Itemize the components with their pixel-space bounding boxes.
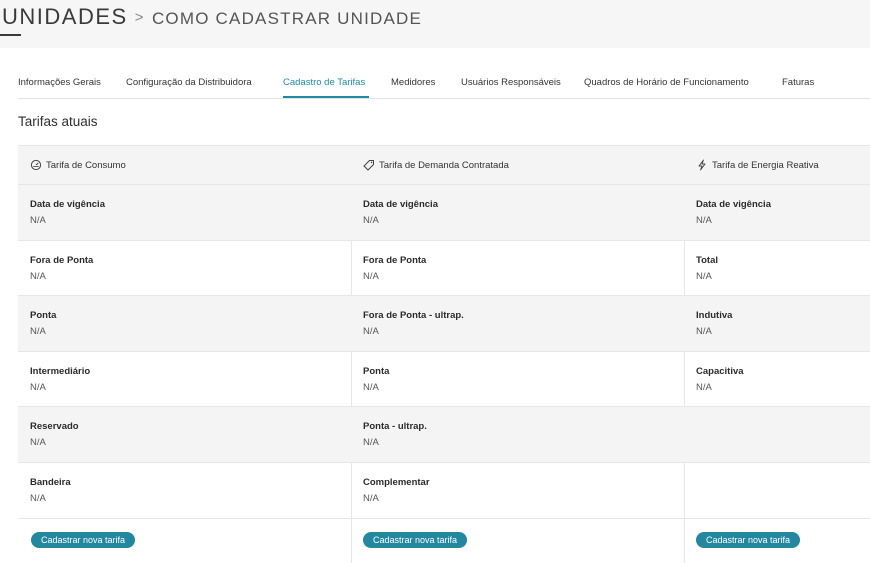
list-item: Ponta N/A	[18, 296, 351, 352]
tab-faturas[interactable]: Faturas	[782, 77, 814, 88]
field-value: N/A	[363, 381, 379, 393]
tab-bar: Informações Gerais Configuração da Distr…	[0, 70, 870, 99]
tab-cadastro-tarifas[interactable]: Cadastro de Tarifas	[283, 77, 365, 88]
field-value: N/A	[363, 270, 379, 282]
column-tarifa-energia-reativa: Tarifa de Energia Reativa Data de vigênc…	[684, 145, 870, 563]
field-label: Reservado	[30, 421, 79, 433]
field-label: Fora de Ponta	[30, 254, 94, 266]
tab-informacoes-gerais[interactable]: Informações Gerais	[18, 77, 101, 88]
list-item: Complementar N/A	[351, 463, 684, 519]
field-label: Ponta	[30, 310, 57, 322]
field-value: N/A	[30, 326, 46, 338]
active-tab-indicator	[283, 96, 369, 98]
breadcrumb-separator: >	[134, 9, 145, 26]
lightning-icon	[698, 159, 706, 171]
list-item: Reservado N/A	[18, 407, 351, 463]
list-item: Indutiva N/A	[684, 296, 870, 352]
column-tarifa-demanda: Tarifa de Demanda Contratada Data de vig…	[351, 145, 685, 563]
tab-quadros-horario[interactable]: Quadros de Horário de Funcionamento	[584, 77, 749, 88]
field-value: N/A	[696, 381, 712, 393]
field-label: Data de vigência	[363, 199, 438, 210]
field-label	[696, 421, 870, 435]
cadastrar-nova-tarifa-button[interactable]: Cadastrar nova tarifa	[31, 532, 136, 548]
field-label: Data de vigência	[30, 199, 105, 210]
list-item: Fora de Ponta N/A	[18, 241, 351, 297]
list-item: Ponta N/A	[351, 352, 684, 408]
field-label: Total	[696, 254, 718, 266]
field-label: Complementar	[363, 476, 430, 488]
field-value: N/A	[363, 437, 379, 449]
tab-usuarios-responsaveis[interactable]: Usuários Responsáveis	[461, 77, 561, 88]
field-value: N/A	[363, 492, 379, 504]
list-item: Data de vigência N/A	[684, 185, 870, 241]
field-label: Data de vigência	[696, 199, 771, 210]
list-item	[684, 407, 870, 463]
page-title: UNIDADES	[2, 4, 128, 29]
field-value: N/A	[30, 270, 46, 282]
field-value: N/A	[30, 381, 46, 393]
field-label: Bandeira	[30, 476, 71, 488]
tariffs-grid: Tarifa de Consumo Data de vigência N/A Fo…	[18, 145, 870, 563]
tag-icon	[363, 160, 374, 171]
list-item: Capacitiva N/A	[684, 352, 870, 408]
column-header: Tarifa de Energia Reativa	[684, 145, 870, 185]
field-value: N/A	[696, 270, 712, 282]
field-label: Fora de Ponta	[363, 254, 427, 266]
field-value: N/A	[30, 215, 46, 226]
list-item: Data de vigência N/A	[351, 185, 684, 241]
field-value: N/A	[30, 437, 46, 449]
field-label: Ponta	[363, 365, 390, 377]
field-label	[696, 477, 870, 491]
column-header: Tarifa de Consumo	[18, 145, 351, 185]
list-item: Bandeira N/A	[18, 463, 351, 519]
page-header: UNIDADES > COMO CADASTRAR UNIDADE	[0, 0, 870, 48]
cadastrar-nova-tarifa-button[interactable]: Cadastrar nova tarifa	[696, 532, 801, 548]
field-label: Capacitiva	[696, 365, 744, 377]
field-value: N/A	[363, 326, 379, 338]
field-value: N/A	[696, 215, 712, 226]
list-item: Intermediário N/A	[18, 352, 351, 408]
column-title: Tarifa de Demanda Contratada	[379, 159, 509, 171]
list-item: Total N/A	[684, 241, 870, 297]
title-underline	[0, 34, 21, 36]
list-item: Data de vigência N/A	[18, 185, 351, 241]
page-subtitle: COMO CADASTRAR UNIDADE	[151, 9, 423, 28]
tab-medidores[interactable]: Medidores	[391, 77, 435, 88]
list-item: Ponta - ultrap. N/A	[351, 407, 684, 463]
breadcrumb: UNIDADES > COMO CADASTRAR UNIDADE	[2, 4, 422, 30]
field-value: N/A	[696, 326, 712, 338]
field-label: Ponta - ultrap.	[363, 421, 427, 433]
list-item	[684, 463, 870, 519]
field-label: Intermediário	[30, 365, 91, 377]
column-header: Tarifa de Demanda Contratada	[351, 145, 684, 185]
cadastrar-nova-tarifa-button[interactable]: Cadastrar nova tarifa	[363, 532, 468, 548]
tab-divider	[18, 98, 870, 99]
field-label: Fora de Ponta - ultrap.	[363, 310, 464, 322]
column-tarifa-consumo: Tarifa de Consumo Data de vigência N/A Fo…	[18, 145, 352, 563]
list-item: Fora de Ponta N/A	[351, 241, 684, 297]
section-title: Tarifas atuais	[18, 114, 98, 129]
tab-configuracao-distribuidora[interactable]: Configuração da Distribuidora	[126, 77, 252, 88]
column-title: Tarifa de Consumo	[46, 159, 126, 171]
field-label: Indutiva	[696, 310, 733, 322]
column-title: Tarifa de Energia Reativa	[712, 159, 819, 171]
field-value: N/A	[363, 215, 379, 226]
gauge-icon	[30, 159, 42, 171]
list-item: Fora de Ponta - ultrap. N/A	[351, 296, 684, 352]
field-value: N/A	[30, 492, 46, 504]
